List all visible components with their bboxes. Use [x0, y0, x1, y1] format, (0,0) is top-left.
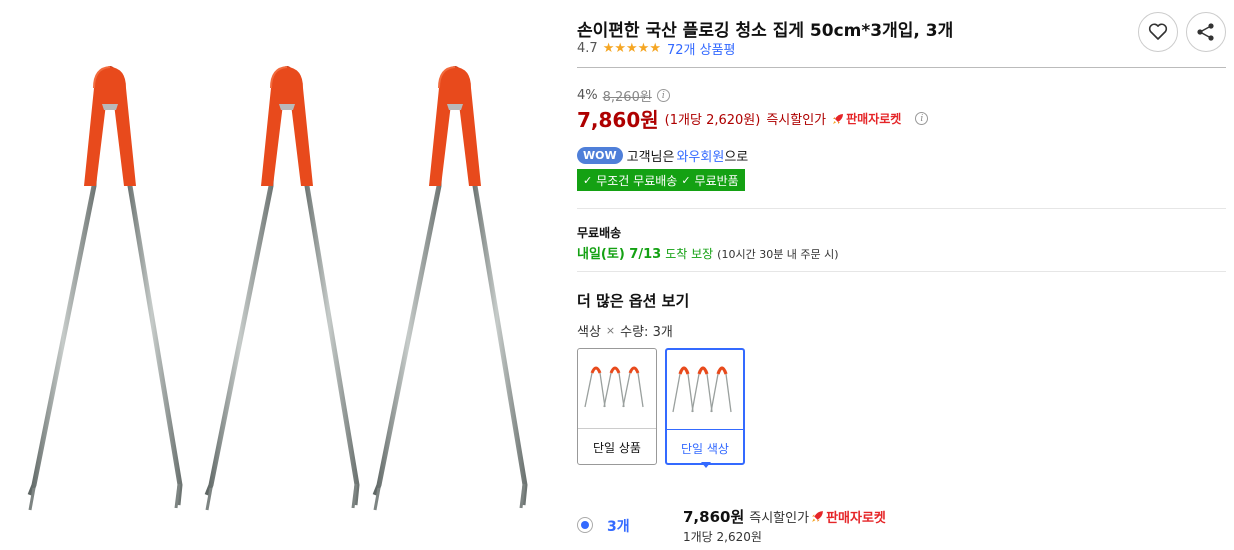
more-options-heading: 더 많은 옵션 보기 — [577, 292, 690, 310]
option-thumbnail — [667, 350, 743, 430]
info-icon[interactable]: i — [656, 89, 670, 102]
unit-price: (1개당 2,620원) — [664, 113, 761, 128]
info-icon[interactable]: i — [915, 112, 929, 125]
wow-text-after: 으로 — [724, 150, 749, 165]
delivery-note: (10시간 30분 내 주문 시) — [717, 248, 839, 261]
option-qty-label: 수량: 3개 — [620, 325, 673, 340]
selected-caret-icon — [701, 462, 711, 468]
quantity-option-discount: 즉시할인가 — [749, 511, 810, 526]
product-title: 손이편한 국산 플로깅 청소 집게 50cm*3개입, 3개 — [577, 21, 954, 41]
rocket-badge: 판매자로켓 — [832, 110, 901, 127]
product-image[interactable] — [0, 0, 560, 550]
shipping-label: 무료배송 — [577, 226, 622, 240]
wow-badge: WOW — [577, 147, 623, 164]
shipping-row: 내일(토) 7/13 도착 보장 (10시간 30분 내 주문 시) — [577, 243, 839, 262]
quantity-radio[interactable] — [577, 517, 593, 533]
divider — [577, 67, 1226, 68]
star-icon: ★ — [614, 41, 626, 56]
option-card-label: 단일 색상 — [681, 442, 729, 456]
share-icon — [1197, 23, 1214, 41]
divider — [577, 271, 1226, 272]
tongs-thumbnail — [584, 366, 644, 408]
benefit-free-return: 무료반품 — [694, 173, 739, 188]
star-icon: ★ — [602, 41, 615, 56]
check-icon: ✓ — [583, 173, 593, 187]
quantity-option-unit-price: 1개당 2,620원 — [683, 530, 762, 544]
star-icon: ★ — [649, 41, 661, 56]
price-row: 7,860원 (1개당 2,620원) 즉시할인가 판매자로켓 i — [577, 104, 929, 133]
rocket-icon — [812, 511, 823, 522]
rating-stars: ★ ★ ★ ★ ★ — [603, 42, 661, 55]
rating-score: 4.7 — [577, 41, 598, 56]
original-price: 8,260원 — [602, 90, 652, 105]
delivery-guarantee: 도착 보장 — [665, 247, 714, 261]
rating-row: 4.7 ★ ★ ★ ★ ★ 72개 상품평 — [577, 39, 735, 58]
tongs-illustration — [0, 0, 560, 550]
radio-dot — [581, 521, 589, 529]
option-summary: 색상 × 수량: 3개 — [577, 321, 673, 340]
review-count-link[interactable]: 72개 상품평 — [667, 39, 736, 58]
quantity-option-price-row: 7,860원 즉시할인가 판매자로켓 — [683, 506, 886, 527]
check-icon: ✓ — [681, 173, 691, 187]
quantity-option-price: 7,860원 — [683, 508, 745, 526]
heart-icon — [1148, 23, 1168, 40]
discount-row: 4% 8,260원 i — [577, 86, 670, 105]
rocket-icon — [833, 113, 844, 124]
rocket-badge-label: 판매자로켓 — [826, 511, 886, 526]
rocket-badge: 판매자로켓 — [811, 507, 886, 526]
quantity-option-label[interactable]: 3개 — [607, 516, 630, 536]
wow-text-before: 고객님은 — [626, 150, 675, 165]
tongs-thumbnail — [672, 366, 732, 413]
wow-benefits-bar: ✓ 무조건 무료배송 ✓ 무료반품 — [577, 169, 745, 191]
star-icon: ★ — [637, 41, 650, 56]
wow-member-link[interactable]: 와우회원 — [676, 150, 724, 165]
instant-discount-label: 즉시할인가 — [766, 113, 827, 128]
divider — [577, 208, 1226, 209]
rocket-badge-label: 판매자로켓 — [846, 112, 902, 126]
product-info-panel: 손이편한 국산 플로깅 청소 집게 50cm*3개입, 3개 4.7 ★ ★ ★… — [577, 0, 1227, 550]
sale-price: 7,860원 — [577, 108, 659, 132]
option-card-single-product[interactable]: 단일 상품 — [577, 348, 657, 465]
option-card-label: 단일 상품 — [593, 441, 641, 455]
option-times: × — [605, 324, 616, 337]
wishlist-button[interactable] — [1138, 12, 1178, 52]
wow-membership-row: WOW 고객님은 와우회원으로 — [577, 146, 748, 165]
option-card-single-color[interactable]: 단일 색상 — [665, 348, 745, 465]
option-color-label: 색상 — [577, 325, 601, 340]
discount-rate: 4% — [577, 88, 598, 103]
option-thumbnail — [578, 349, 656, 429]
delivery-date: 내일(토) 7/13 — [577, 247, 662, 262]
star-icon: ★ — [626, 41, 638, 56]
benefit-free-shipping: 무조건 무료배송 — [596, 173, 678, 188]
share-button[interactable] — [1186, 12, 1226, 52]
